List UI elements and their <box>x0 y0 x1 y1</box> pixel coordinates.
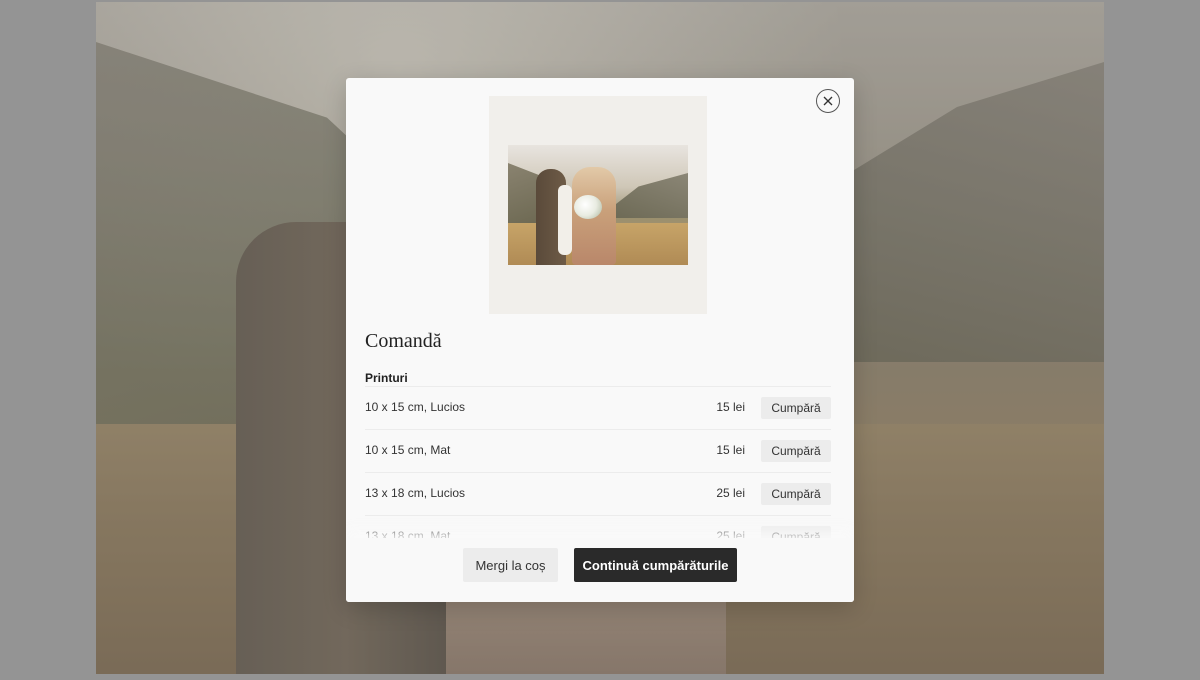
section-label-prints: Printuri <box>365 371 408 385</box>
product-label: 13 x 18 cm, Lucios <box>365 486 466 500</box>
buy-button[interactable]: Cumpără <box>761 440 831 462</box>
product-price: 15 lei <box>716 400 745 414</box>
product-list: 10 x 15 cm, Lucios 15 lei Cumpără 10 x 1… <box>365 386 831 558</box>
product-label: 10 x 15 cm, Mat <box>365 443 451 457</box>
buy-button[interactable]: Cumpără <box>761 397 831 419</box>
product-row: 10 x 15 cm, Lucios 15 lei Cumpără <box>365 386 831 429</box>
product-row: 13 x 18 cm, Lucios 25 lei Cumpără <box>365 472 831 515</box>
product-price: 15 lei <box>716 443 745 457</box>
modal-footer: Mergi la coș Continuă cumpărăturile <box>346 538 854 602</box>
continue-shopping-button[interactable]: Continuă cumpărăturile <box>574 548 737 582</box>
close-button[interactable] <box>816 89 840 113</box>
print-preview-frame <box>489 96 707 314</box>
product-price: 25 lei <box>716 486 745 500</box>
product-label: 10 x 15 cm, Lucios <box>365 400 466 414</box>
go-to-cart-button[interactable]: Mergi la coș <box>463 548 558 582</box>
print-preview-photo <box>508 145 688 265</box>
page: Comandă Printuri 10 x 15 cm, Lucios 15 l… <box>0 0 1200 680</box>
order-title: Comandă <box>365 330 442 352</box>
product-row: 10 x 15 cm, Mat 15 lei Cumpără <box>365 429 831 472</box>
close-icon <box>823 96 833 106</box>
buy-button[interactable]: Cumpără <box>761 483 831 505</box>
preview-bouquet <box>574 195 602 219</box>
preview-man-shirt <box>558 185 572 255</box>
order-modal: Comandă Printuri 10 x 15 cm, Lucios 15 l… <box>346 78 854 602</box>
